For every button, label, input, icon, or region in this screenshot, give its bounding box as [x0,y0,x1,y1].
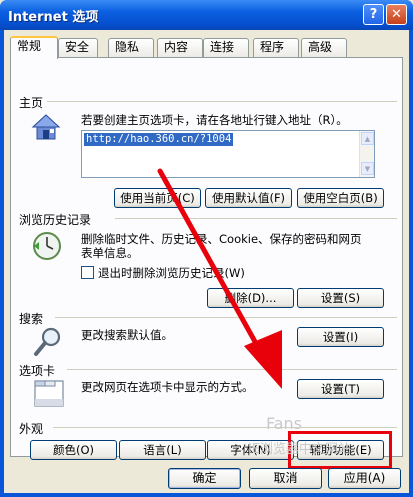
internet-options-window: Internet 选项 ? ✕ 常规 安全 隐私 内容 连接 程序 高级 主页 [0,0,413,497]
annotation-arrow [157,168,282,389]
tab-general[interactable]: 常规 [10,36,58,59]
